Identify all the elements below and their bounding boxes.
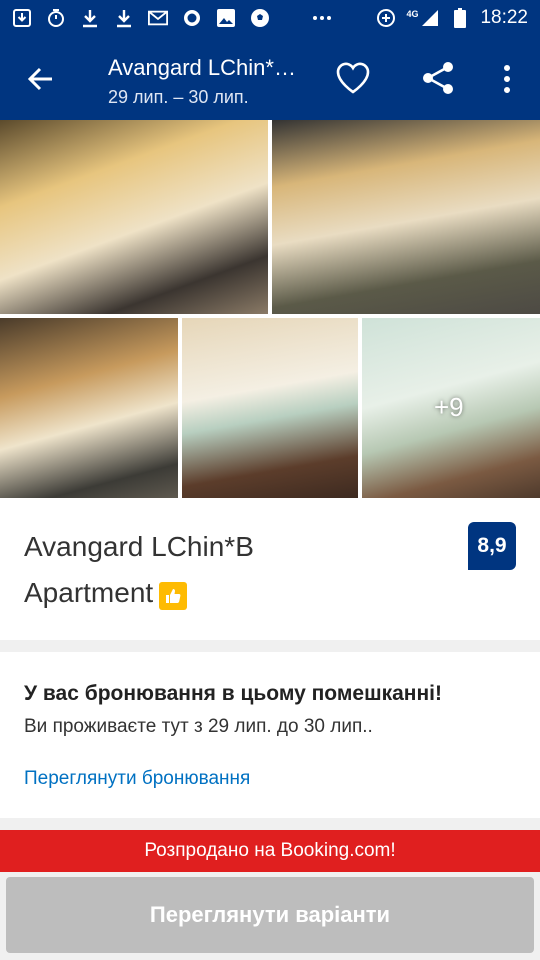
hotel-photo-bedroom[interactable] bbox=[182, 318, 358, 498]
hotel-info-card: Avangard LChin*B Apartment 8,9 bbox=[0, 498, 540, 640]
view-options-button[interactable]: Переглянути варіанти bbox=[6, 877, 534, 953]
timer-icon bbox=[46, 8, 66, 28]
notification-icons bbox=[12, 8, 376, 28]
hotel-name: Avangard LChin*B Apartment bbox=[24, 524, 354, 616]
status-right: 4G 18:22 bbox=[376, 7, 528, 29]
app-bar: Avangard LChin*B Apartment 29 лип. – 30 … bbox=[0, 36, 540, 120]
review-score-badge: 8,9 bbox=[468, 522, 516, 570]
booking-dates-text: Ви проживаєте тут з 29 лип. до 30 лип.. bbox=[24, 716, 373, 737]
hotel-photo-dining[interactable] bbox=[0, 318, 178, 498]
download-icon bbox=[114, 8, 134, 28]
hotel-name-text: Avangard LChin*B Apartment bbox=[24, 531, 254, 608]
gmail-icon bbox=[148, 8, 168, 28]
sold-out-banner: Розпродано на Booking.com! bbox=[0, 830, 540, 872]
hotel-photo-living-room[interactable] bbox=[0, 120, 268, 314]
view-booking-link[interactable]: Переглянути бронювання bbox=[24, 768, 250, 790]
hotel-photo-more[interactable]: +9 bbox=[362, 318, 540, 498]
favorite-heart-icon[interactable] bbox=[334, 60, 372, 96]
more-dots-icon bbox=[312, 8, 332, 28]
status-bar: 4G 18:22 bbox=[0, 0, 540, 36]
back-arrow-icon[interactable] bbox=[26, 64, 56, 94]
photo-gallery: +9 bbox=[0, 120, 540, 498]
hotel-photo-fireplace[interactable] bbox=[272, 120, 540, 314]
soccer-ball-icon bbox=[250, 8, 270, 28]
battery-icon bbox=[450, 8, 470, 28]
download-icon bbox=[80, 8, 100, 28]
network-type: 4G bbox=[406, 9, 419, 19]
record-icon bbox=[182, 8, 202, 28]
date-range: 29 лип. – 30 лип. bbox=[108, 87, 249, 107]
share-icon[interactable] bbox=[420, 60, 456, 96]
page-title: Avangard LChin*B Apartment bbox=[108, 55, 308, 80]
more-options-icon[interactable] bbox=[496, 62, 518, 96]
booking-heading: У вас бронювання в цьому помешканні! bbox=[24, 682, 442, 705]
existing-booking-card: У вас бронювання в цьому помешканні! Ви … bbox=[0, 652, 540, 818]
image-icon bbox=[216, 8, 236, 28]
more-photos-count: +9 bbox=[434, 392, 464, 422]
thumbs-up-icon bbox=[159, 582, 188, 610]
download-box-icon bbox=[12, 8, 32, 28]
clock: 18:22 bbox=[480, 7, 528, 28]
data-saver-icon bbox=[376, 8, 396, 28]
signal-icon bbox=[420, 8, 440, 28]
